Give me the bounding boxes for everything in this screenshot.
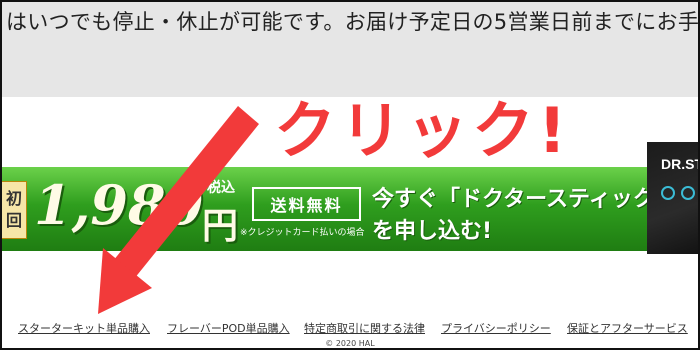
footer-links: スターターキット単品購入 フレーバーPOD単品購入 特定商取引に関する法律 プラ… [2,320,698,336]
order-banner[interactable]: 初 回 1,980 税込 円 送料無料 ※クレジットカード払いの場合 今すぐ「ド… [2,167,698,251]
free-shipping-badge: 送料無料 [252,187,361,221]
footer-link-flavor-pod[interactable]: フレーバーPOD単品購入 [167,320,290,336]
banner-yen: 円 [202,205,239,247]
product-brand: DR.ST [661,156,700,172]
product-package-image: DR.ST [647,142,700,254]
product-icon [681,186,695,200]
footer-link-warranty[interactable]: 保証とアフターサービス [567,320,688,336]
screenshot-frame: はいつでも停止・休止が可能です。お届け予定日の5営業日前までにお手続きくだ 初 … [0,0,700,350]
footer-link-privacy-policy[interactable]: プライバシーポリシー [441,320,551,336]
copyright: © 2020 HAL [325,339,375,348]
badge-line-2: 回 [5,211,22,230]
footer-link-starter-kit[interactable]: スターターキット単品購入 [18,320,150,336]
footer-link-commerce-law[interactable]: 特定商取引に関する法律 [304,320,425,336]
notice-text: はいつでも停止・休止が可能です。お届け予定日の5営業日前までにお手続きくだ [6,10,700,34]
click-annotation-label: クリック! [274,94,571,167]
banner-price: 1,980 [34,173,204,237]
card-note: ※クレジットカード払いの場合 [240,228,365,238]
banner-tax-label: 税込 [207,180,235,196]
cta-line-1: 今すぐ「ドクタースティック」 [372,187,677,212]
badge-line-1: 初 [5,189,22,208]
product-icon [661,186,675,200]
first-time-badge: 初 回 [2,181,27,239]
cta-line-2: を申し込む! [372,219,493,244]
